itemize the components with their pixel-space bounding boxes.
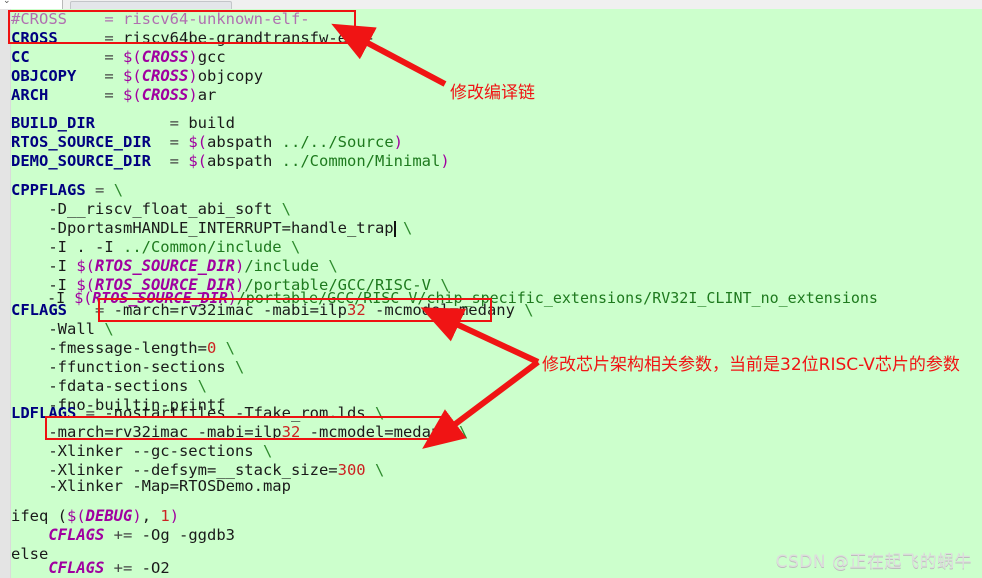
code-line[interactable]: CPPFLAGS = \ <box>11 181 123 200</box>
code-line[interactable]: -D__riscv_float_abi_soft \ <box>11 200 291 219</box>
code-line[interactable]: -I $(RTOS_SOURCE_DIR)/include \ <box>11 257 337 276</box>
note-toolchain: 修改编译链 <box>450 83 535 103</box>
code-line[interactable]: ifeq ($(DEBUG), 1) <box>11 507 179 526</box>
code-line[interactable]: ARCH = $(CROSS)ar <box>11 86 216 105</box>
code-line[interactable]: -Xlinker -Map=RTOSDemo.map <box>11 477 291 496</box>
code-line[interactable]: -fdata-sections \ <box>11 377 207 396</box>
code-line[interactable]: BUILD_DIR = build <box>11 114 235 133</box>
code-line[interactable]: CFLAGS += -O2 <box>11 559 169 578</box>
editor-gutter <box>0 9 11 578</box>
screenshot-root: ⌄ #CROSS = riscv64-unknown-elf- CROSS = r… <box>0 0 982 578</box>
cflags-arch-box <box>98 298 492 322</box>
chevron-down-icon[interactable]: ⌄ <box>3 0 11 6</box>
code-line[interactable]: -DportasmHANDLE_INTERRUPT=handle_trap \ <box>11 219 412 238</box>
code-line[interactable]: -I . -I ../Common/include \ <box>11 238 300 257</box>
code-line[interactable]: -Wall \ <box>11 320 113 339</box>
code-line[interactable]: -ffunction-sections \ <box>11 358 244 377</box>
watermark: CSDN @正在起飞的蜗牛 <box>775 552 972 572</box>
code-line[interactable]: CFLAGS += -Og -ggdb3 <box>11 526 235 545</box>
code-line[interactable]: DEMO_SOURCE_DIR = $(abspath ../Common/Mi… <box>11 152 450 171</box>
note-arch: 修改芯片架构相关参数，当前是32位RISC-V芯片的参数 <box>542 355 960 375</box>
code-line[interactable]: CC = $(CROSS)gcc <box>11 48 226 67</box>
code-line[interactable]: -fmessage-length=0 \ <box>11 339 235 358</box>
code-line[interactable]: RTOS_SOURCE_DIR = $(abspath ../../Source… <box>11 133 403 152</box>
cross-compiler-box <box>8 10 356 44</box>
code-line[interactable]: -Xlinker --gc-sections \ <box>11 442 272 461</box>
text-caret <box>394 221 396 237</box>
ldflags-arch-box <box>45 416 443 440</box>
code-line[interactable]: OBJCOPY = $(CROSS)objcopy <box>11 67 263 86</box>
